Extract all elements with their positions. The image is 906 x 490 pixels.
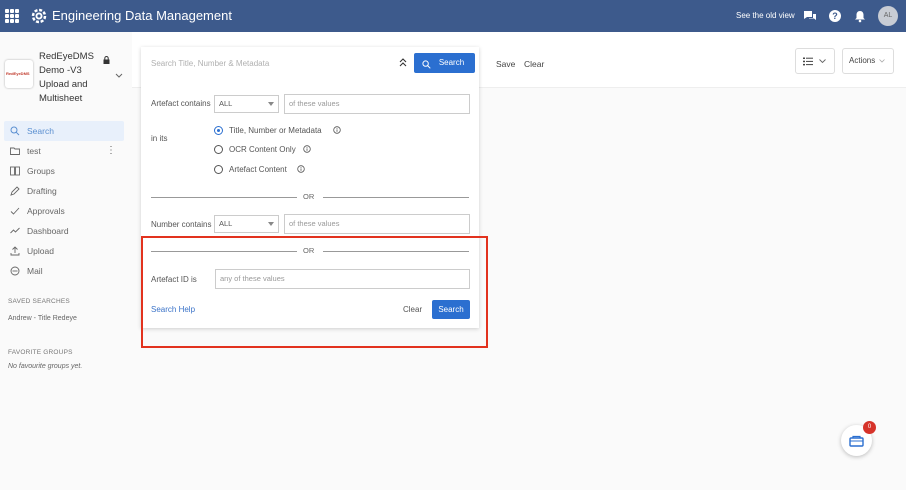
- sidebar-item-mail[interactable]: Mail: [4, 261, 124, 281]
- check-icon: [10, 207, 20, 215]
- sidebar-item-label: Search: [27, 126, 54, 136]
- search-icon: [422, 60, 431, 69]
- or-text: OR: [303, 192, 315, 201]
- save-button[interactable]: Save: [496, 59, 515, 69]
- or-divider: OR: [151, 246, 469, 256]
- groups-icon: [10, 166, 20, 176]
- sidebar-item-drafting[interactable]: Drafting: [4, 181, 124, 201]
- artefact-id-label: Artefact ID is: [151, 275, 197, 284]
- sidebar-item-label: Drafting: [27, 186, 57, 196]
- chat-icon[interactable]: [803, 9, 817, 23]
- lock-icon: [103, 56, 110, 64]
- upload-icon: [10, 246, 20, 256]
- search-button[interactable]: Search: [414, 53, 475, 73]
- mail-icon: [10, 266, 20, 276]
- number-contains-label: Number contains: [151, 220, 212, 229]
- saved-searches-heading: SAVED SEARCHES: [8, 298, 70, 305]
- number-values-input[interactable]: of these values: [284, 214, 470, 234]
- info-icon[interactable]: [297, 165, 305, 173]
- radio-label: Title, Number or Metadata: [229, 126, 322, 135]
- sidebar-item-groups[interactable]: Groups: [4, 161, 124, 181]
- radio-label: OCR Content Only: [229, 145, 296, 154]
- gear-logo-icon: [31, 8, 47, 24]
- sidebar-item-label: Mail: [27, 266, 43, 276]
- svg-text:?: ?: [832, 11, 838, 21]
- or-divider: OR: [151, 192, 469, 202]
- chart-line-icon: [10, 227, 20, 234]
- caret-down-icon: [268, 222, 274, 226]
- actions-label: Actions: [849, 56, 876, 65]
- project-name[interactable]: RedEyeDMS Demo -V3 Upload and Multisheet: [39, 50, 99, 106]
- sidebar-nav: Search test ⋮ Groups Drafting Approvals …: [4, 121, 124, 281]
- info-icon[interactable]: [303, 145, 311, 153]
- project-logo: RedEyeDMS: [5, 60, 33, 88]
- project-logo-text: RedEyeDMS: [6, 71, 30, 76]
- view-toggle-button[interactable]: [795, 48, 835, 74]
- sidebar-item-search[interactable]: Search: [4, 121, 124, 141]
- basket-count-badge: 0: [863, 421, 876, 434]
- clear-button[interactable]: Clear: [524, 59, 544, 69]
- caret-down-icon: [268, 102, 274, 106]
- help-icon[interactable]: ?: [828, 9, 842, 23]
- search-help-link[interactable]: Search Help: [151, 305, 195, 314]
- artefact-mode-select[interactable]: ALL: [214, 95, 279, 113]
- info-icon[interactable]: [333, 126, 341, 134]
- sidebar-item-test[interactable]: test ⋮: [4, 141, 124, 161]
- bell-icon[interactable]: [853, 9, 867, 23]
- artefact-contains-label: Artefact contains: [151, 99, 211, 108]
- sidebar-item-dashboard[interactable]: Dashboard: [4, 221, 124, 241]
- search-input[interactable]: [151, 55, 391, 71]
- number-mode-value: ALL: [219, 219, 233, 228]
- list-view-icon: [803, 57, 813, 66]
- in-its-label: in its: [151, 134, 168, 143]
- search-icon: [10, 126, 20, 136]
- chevron-down-icon: [819, 59, 826, 64]
- sidebar-item-label: Groups: [27, 166, 55, 176]
- old-view-link[interactable]: See the old view: [736, 11, 795, 20]
- clear-search-button[interactable]: Clear: [403, 305, 422, 314]
- folder-icon: [10, 147, 20, 155]
- number-mode-select[interactable]: ALL: [214, 215, 279, 233]
- top-bar: Engineering Data Management See the old …: [0, 0, 906, 32]
- sidebar-item-label: test: [27, 146, 41, 156]
- radio-button[interactable]: [214, 145, 223, 154]
- favorite-groups-heading: FAVORITE GROUPS: [8, 349, 73, 356]
- more-vertical-icon[interactable]: ⋮: [106, 141, 116, 161]
- basket-icon: [849, 435, 864, 447]
- or-text: OR: [303, 246, 315, 255]
- sidebar-item-label: Upload: [27, 246, 54, 256]
- chevron-down-icon[interactable]: [115, 73, 123, 79]
- favorite-groups-empty: No favourite groups yet.: [8, 363, 83, 370]
- actions-button[interactable]: Actions: [842, 48, 894, 74]
- avatar[interactable]: AL: [878, 6, 898, 26]
- radio-button[interactable]: [214, 126, 223, 135]
- chevron-down-icon: [879, 59, 885, 63]
- saved-search-item[interactable]: Andrew - Title Redeye: [8, 315, 77, 322]
- sidebar-item-label: Dashboard: [27, 226, 69, 236]
- artefact-id-input[interactable]: any of these values: [215, 269, 470, 289]
- app-title: Engineering Data Management: [52, 8, 232, 23]
- artefact-values-input[interactable]: of these values: [284, 94, 470, 114]
- radio-label: Artefact Content: [229, 165, 287, 174]
- search-button-label: Search: [438, 58, 465, 67]
- artefact-mode-value: ALL: [219, 99, 233, 108]
- radio-button[interactable]: [214, 165, 223, 174]
- chevrons-up-icon[interactable]: [398, 56, 408, 68]
- sidebar-item-upload[interactable]: Upload: [4, 241, 124, 261]
- sidebar-item-label: Approvals: [27, 206, 65, 216]
- sidebar-item-approvals[interactable]: Approvals: [4, 201, 124, 221]
- pencil-icon: [10, 186, 20, 196]
- search-submit-button[interactable]: Search: [432, 300, 470, 319]
- apps-grid-icon[interactable]: [5, 9, 19, 23]
